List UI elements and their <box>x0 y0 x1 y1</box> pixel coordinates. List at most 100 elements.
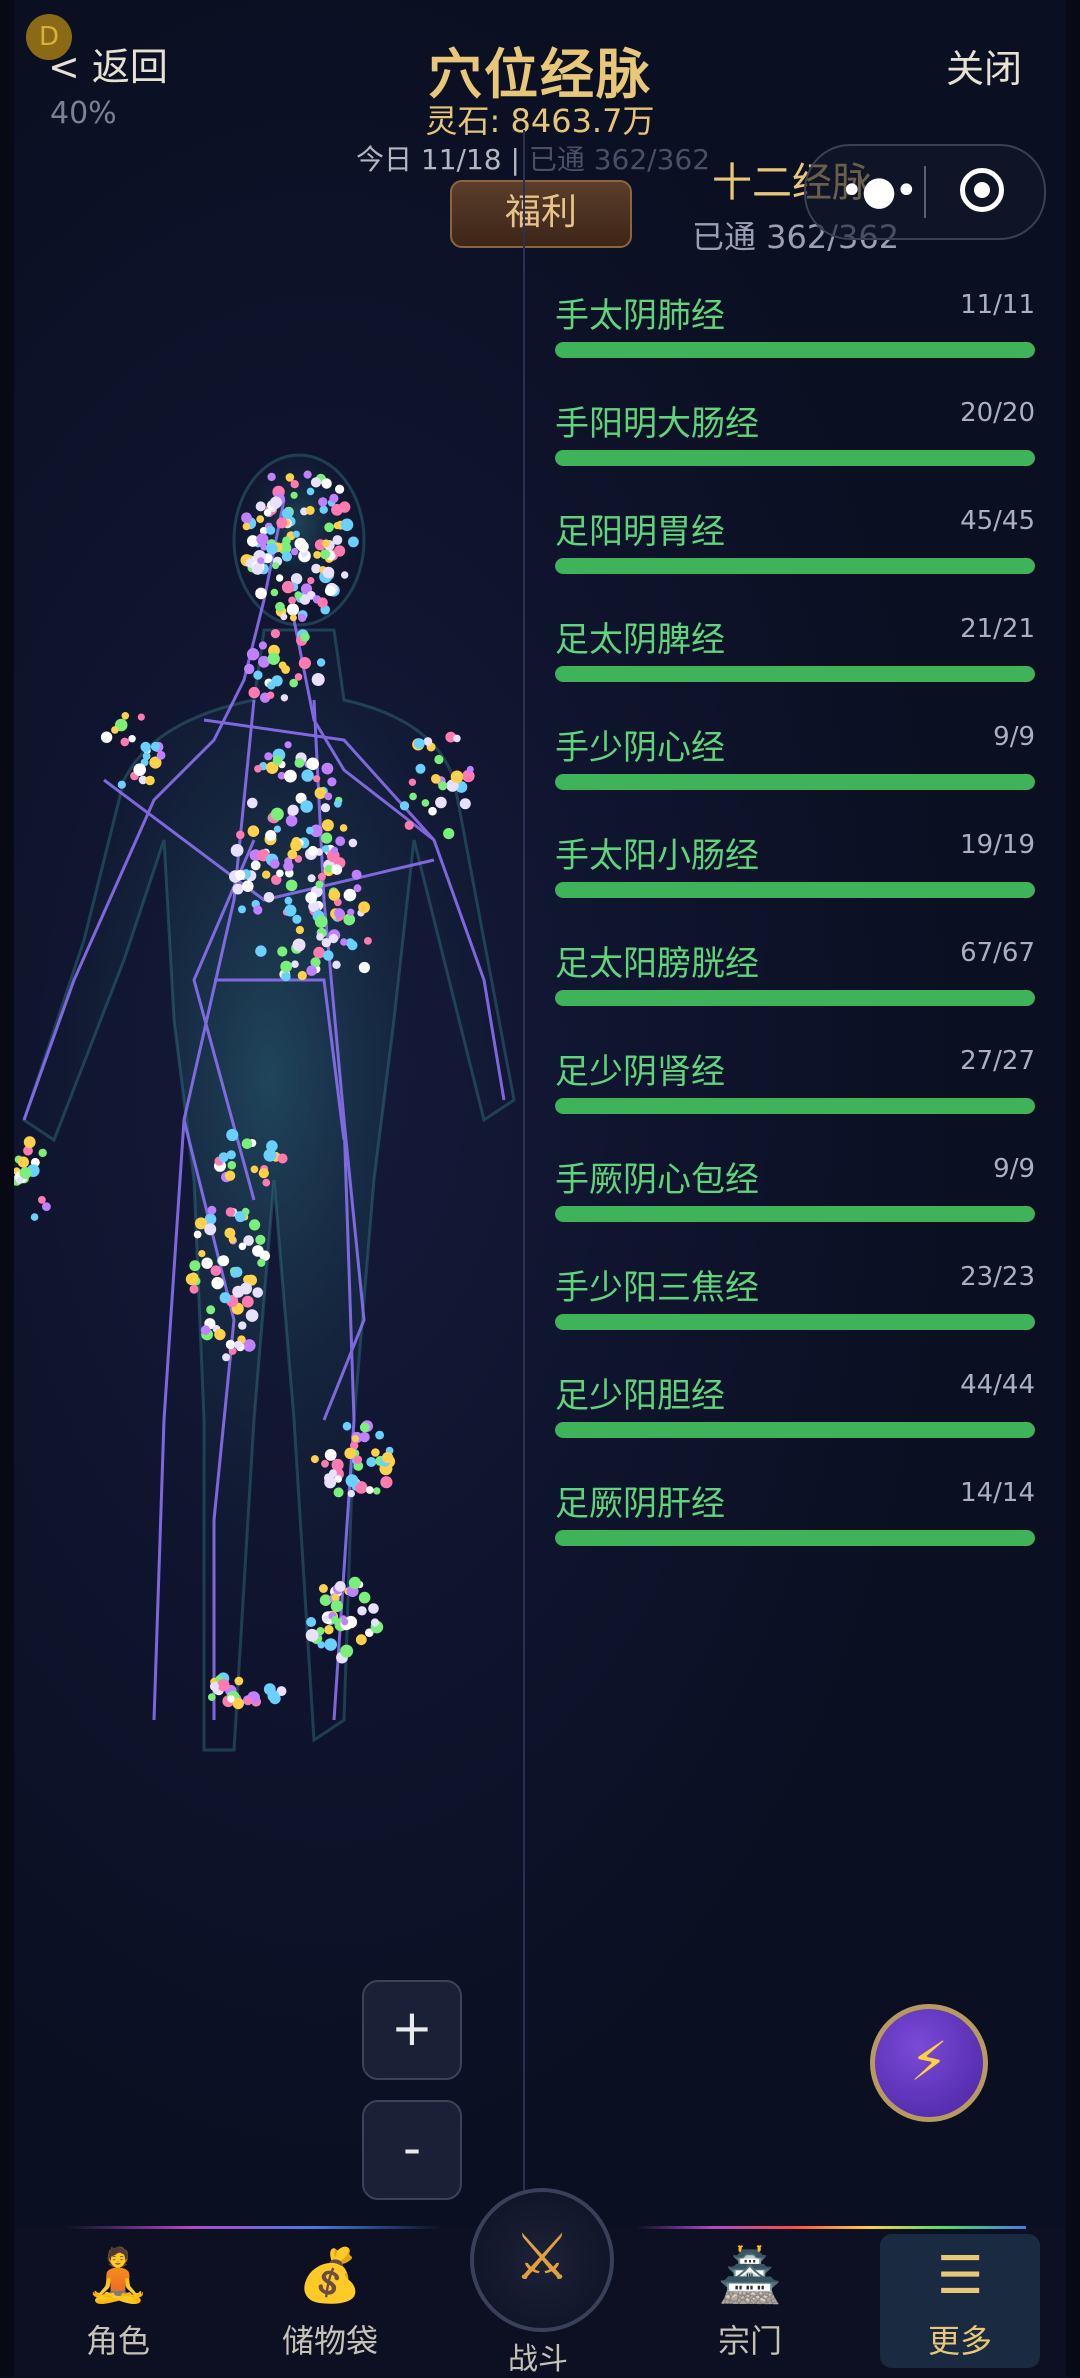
zoom-in-button[interactable]: + <box>362 1980 462 2080</box>
meridian-row[interactable]: 足太阳膀胱经 67/67 <box>555 936 1035 1016</box>
acupoint-dot <box>324 864 333 873</box>
acupoint-dot <box>343 888 357 902</box>
acupoint-dot <box>234 1676 244 1686</box>
acupoint-dot <box>269 496 282 509</box>
acupoint-dot <box>270 588 279 597</box>
acupoint-dot <box>225 1339 236 1350</box>
acupoint-dot <box>193 1230 202 1239</box>
meridian-row[interactable]: 足少阴肾经 27/27 <box>555 1044 1035 1124</box>
meridian-row[interactable]: 手厥阴心包经 9/9 <box>555 1152 1035 1232</box>
meridian-progress-bar <box>555 1098 1035 1114</box>
acupoint-dot <box>321 478 332 489</box>
acupoint-dot <box>298 613 307 622</box>
meridian-progress-fill <box>555 1422 1035 1438</box>
acupoint-dot <box>347 908 355 916</box>
nav-item-sect[interactable]: 🏯 宗门 <box>670 2240 830 2370</box>
meridian-row[interactable]: 足厥阴肝经 14/14 <box>555 1476 1035 1556</box>
nav-item-more[interactable]: ☰ 更多 <box>880 2240 1040 2370</box>
close-target-icon[interactable] <box>960 168 1004 212</box>
meridian-name: 足厥阴肝经 <box>555 1484 725 1524</box>
acupoint-dot <box>399 801 410 811</box>
nav-label-sect: 宗门 <box>717 2322 782 2360</box>
welfare-button[interactable]: 福利 <box>450 180 632 248</box>
meridian-row[interactable]: 手少阴心经 9/9 <box>555 720 1035 800</box>
today-faint-text: 已通 362/362 <box>528 143 711 176</box>
right-edge <box>1066 0 1080 2377</box>
acupoint-dot <box>256 515 265 523</box>
more-options-icon[interactable]: •●• <box>840 171 918 211</box>
meridian-progress-fill <box>555 1206 1035 1222</box>
acupoint-dot <box>280 960 293 973</box>
acupoint-dot <box>317 872 326 881</box>
acupoint-dot <box>347 940 358 951</box>
acupoint-dot <box>355 1634 367 1646</box>
acupoint-dot <box>295 925 304 935</box>
meridian-row[interactable]: 足太阴脾经 21/21 <box>555 612 1035 692</box>
acupoint-dot <box>275 601 285 612</box>
acupoint-dot <box>285 879 298 892</box>
acupoint-dot <box>120 737 130 747</box>
acupoint-dot <box>290 839 302 852</box>
acupoint-dot <box>242 522 251 531</box>
nav-item-role[interactable]: 🧘 角色 <box>38 2240 198 2370</box>
acupoint-dot <box>294 757 305 768</box>
acupoint-dot <box>121 712 130 720</box>
acupoint-dot <box>290 547 299 556</box>
acupoint-dot <box>321 845 330 853</box>
meridian-count: 67/67 <box>960 938 1035 968</box>
acupoint-dot <box>230 844 244 857</box>
acupoint-dot <box>284 769 297 783</box>
acupoint-dot <box>207 1205 217 1215</box>
today-progress: 今日 11/18 | 已通 362/362 <box>356 138 710 178</box>
acupoint-dot <box>443 828 455 840</box>
acupoint-dot <box>247 825 260 837</box>
meridian-name: 手少阳三焦经 <box>555 1268 759 1308</box>
acupoint-dot <box>218 1152 229 1163</box>
meridian-row[interactable]: 手太阳小肠经 19/19 <box>555 828 1035 908</box>
meridian-row[interactable]: 手少阳三焦经 23/23 <box>555 1260 1035 1340</box>
capsule-separator <box>924 166 926 218</box>
acupoint-dot <box>137 713 145 721</box>
meridian-row[interactable]: 手太阴肺经 11/11 <box>555 288 1035 368</box>
meridian-progress-bar <box>555 666 1035 682</box>
acupoint-dot <box>284 904 297 917</box>
acupoint-dot <box>232 883 244 895</box>
acupoint-dot <box>240 1282 252 1295</box>
acupoint-dot <box>305 505 315 515</box>
acupoint-dot <box>241 1138 253 1149</box>
acupoint-dot <box>100 731 113 743</box>
meridian-progress-bar <box>555 558 1035 574</box>
acupoint-dot <box>281 580 295 594</box>
acupoint-dot <box>305 1628 319 1642</box>
acupoint-dot <box>258 1168 269 1179</box>
meridian-count: 45/45 <box>960 506 1035 536</box>
acupoint-dot <box>281 665 290 674</box>
meridian-name: 手太阳小肠经 <box>555 836 759 876</box>
meridian-progress-bar <box>555 882 1035 898</box>
acupoint-dot <box>300 632 310 642</box>
nav-item-bag[interactable]: 💰 储物袋 <box>250 2240 410 2370</box>
zoom-out-button[interactable]: - <box>362 2100 462 2200</box>
acupoint-dot <box>330 846 339 854</box>
acupoint-dot <box>306 487 315 496</box>
meridian-progress-bar <box>555 450 1035 466</box>
close-button[interactable]: 关闭 <box>946 38 1022 93</box>
meridian-row[interactable]: 足阳明胃经 45/45 <box>555 504 1035 584</box>
acupoint-dot <box>357 1606 367 1616</box>
acupoint-dot <box>317 1641 325 1649</box>
lightning-icon[interactable]: ⚡ <box>870 2004 988 2122</box>
acupoint-dot <box>209 1682 219 1691</box>
acupoint-dot <box>341 1618 349 1626</box>
meridian-row[interactable]: 手阳明大肠经 20/20 <box>555 396 1035 476</box>
acupoint-dot <box>23 1136 36 1149</box>
acupoint-dot <box>206 1305 216 1315</box>
meridian-row[interactable]: 足少阳胆经 44/44 <box>555 1368 1035 1448</box>
acupoint-dot <box>450 770 464 784</box>
acupoint-dot <box>305 891 318 904</box>
body-acupoint-figure[interactable] <box>14 420 554 1880</box>
acupoint-dot <box>324 1625 334 1635</box>
acupoint-dot <box>255 587 267 600</box>
acupoint-dot <box>340 518 354 532</box>
acupoint-dot <box>331 1458 344 1471</box>
battle-button[interactable]: ⚔ <box>470 2188 614 2332</box>
